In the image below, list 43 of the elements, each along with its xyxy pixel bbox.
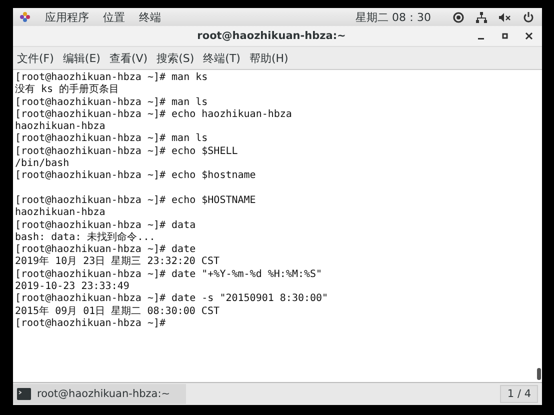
terminal-line: [root@haozhikuan-hbza ~]# date "+%Y-%m-%d %H:%M:%S" [15,268,324,282]
maximize-icon [501,32,509,40]
logo-icon [19,11,31,23]
record-icon[interactable] [453,12,464,22]
workspace-indicator[interactable]: 1 / 4 [500,385,538,403]
menu-item[interactable]: 终端(T) [203,50,240,66]
taskbar-window-button[interactable]: root@haozhikuan-hbza:~ [13,384,186,404]
menu-item[interactable]: 查看(V) [109,50,148,66]
window-title: root@haozhikuan-hbza:~ [196,30,347,42]
clock[interactable]: 星期二 08：30 [356,10,431,24]
top-menu[interactable]: 终端 [139,10,161,24]
power-icon[interactable] [523,12,534,22]
terminal-line: 2019-10-23 23:33:49 [15,281,130,293]
terminal-line: 2019年 10月 23日 星期三 23:32:20 CST [15,256,220,269]
terminal-line: [root@haozhikuan-hbza ~]# echo haozhikuan-hbza [15,108,293,121]
terminal-line: 没有 ks 的手册页条目 [15,84,120,97]
terminal-line: [root@haozhikuan-hbza ~]# man ls [15,133,209,146]
top-menu[interactable]: 位置 [103,10,125,24]
terminal-line: haozhikuan-hbza [15,121,106,133]
terminal-line: [root@haozhikuan-hbza ~]# echo $hostname [15,170,257,183]
terminal-icon [17,388,31,400]
terminal-line: [root@haozhikuan-hbza ~]# date -s "20150901 8:30:00" [15,293,330,306]
volume-muted-icon[interactable] [499,12,511,22]
terminal-line: haozhikuan-hbza [15,207,106,220]
terminal-line: /bin/bash [15,158,70,170]
terminal-line: [root@haozhikuan-hbza ~]# [15,318,167,330]
terminal-line: [root@haozhikuan-hbza ~]# echo $HOSTNAME [15,194,257,207]
terminal-line: [root@haozhikuan-hbza ~]# data [15,220,197,232]
terminal-line: [root@haozhikuan-hbza ~]# date [15,244,197,256]
top-menu[interactable]: 应用程序 [45,10,89,24]
terminal-line: [root@haozhikuan-hbza ~]# man ls [15,96,209,109]
terminal-line: [root@haozhikuan-hbza ~]# man ks [15,72,209,84]
terminal-line: [root@haozhikuan-hbza ~]# echo $SHELL [15,146,239,158]
terminal-area[interactable] [13,69,542,382]
menu-item[interactable]: 编辑(E) [62,50,100,66]
terminal-line: bash: data: 未找到命令... [15,232,156,244]
menu-item[interactable]: 搜索(S) [156,50,194,66]
close-icon [525,32,533,40]
menu-item[interactable]: 文件(F) [17,50,54,66]
menu-item[interactable]: 帮助(H) [249,50,288,66]
scrollbar-thumb[interactable] [537,368,541,380]
terminal-line: 2015年 09月 01日 星期二 08:30:00 CST [15,306,220,318]
network-icon[interactable] [476,12,487,22]
